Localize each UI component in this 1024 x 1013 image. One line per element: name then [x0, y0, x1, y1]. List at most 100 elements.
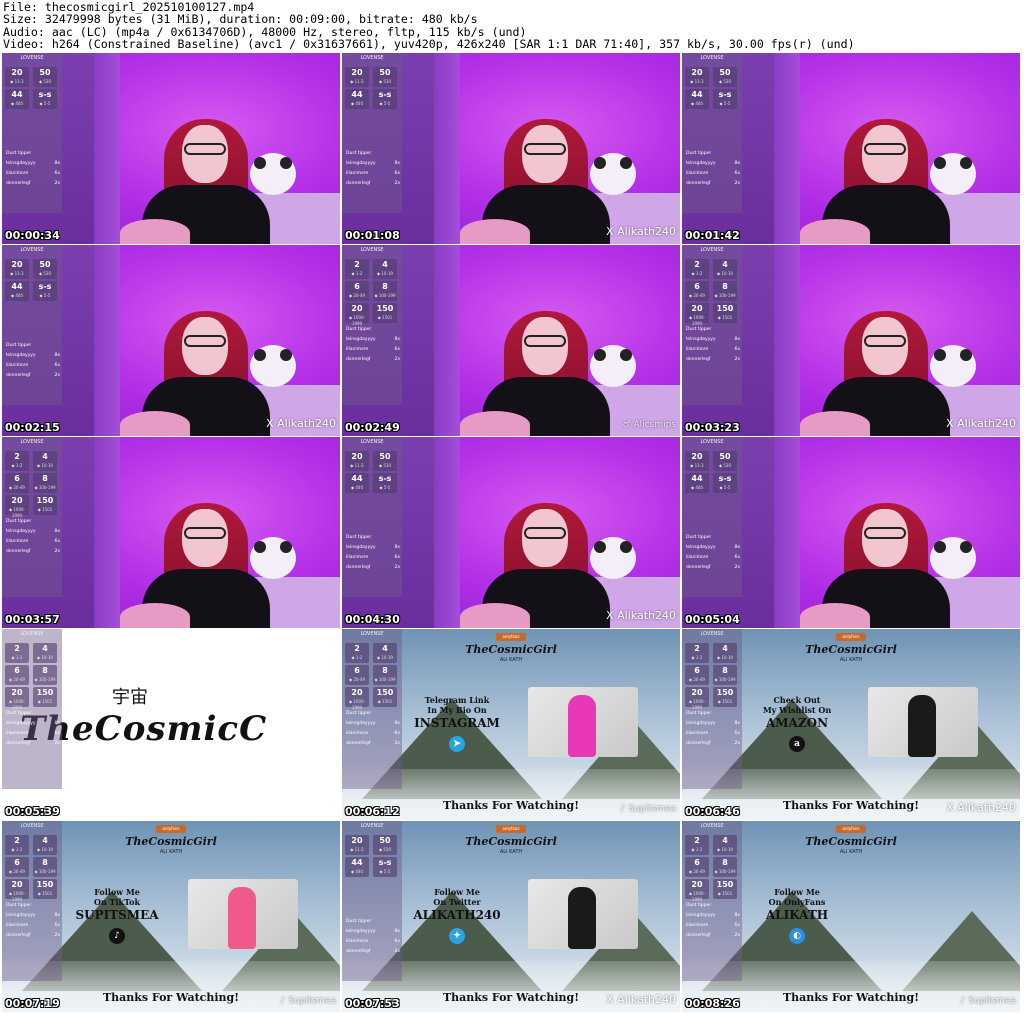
widget-cell-value: 4 [722, 260, 728, 269]
widget-cell-value: 6 [694, 282, 700, 291]
widget-cell-value: 6 [354, 666, 360, 675]
widget-cell: 20 ◆ 11-2 [345, 835, 369, 855]
tip-list: leinsgdayyyy 8x lilanimore 6x donnerlegf 2x [6, 529, 60, 559]
widget-cell-range: ◆ 440 [351, 869, 363, 874]
tipper-name: donnerlegf [686, 933, 711, 938]
widget-cell-value: 150 [376, 688, 394, 697]
timestamp-label: 00:05:39 [5, 805, 60, 818]
tipper-count: 6x [394, 347, 400, 352]
tipper-count: 8x [54, 161, 60, 166]
tip-list: leinsgdayyyy 8x lilanimore 6x donnerlegf 2x [346, 929, 400, 959]
scene-glasses [524, 143, 566, 155]
logo-chinese-text: 宇宙 [112, 687, 148, 708]
widget-cell: 8 ◆ 100-199 [713, 857, 737, 877]
widget-cell-range: ◆ 440 [11, 293, 23, 298]
widget-cell: 4 ◆ 10-19 [33, 835, 57, 855]
tipper-name: donnerlegf [346, 949, 371, 954]
widget-cell-range: ◆ 10-19 [717, 655, 733, 660]
tip-row: donnerlegf 2x [6, 181, 60, 191]
tip-row: leinsgdayyyy 8x [346, 337, 400, 347]
widget-cell: 4 ◆ 10-19 [373, 259, 397, 279]
widget-cell-range: ◆ 5-5 [719, 101, 731, 106]
widget-cell-value: 8 [42, 474, 48, 483]
widget-cell: 8 ◆ 100-199 [713, 665, 737, 685]
scene-knee [120, 603, 190, 628]
widget-cell-value: 4 [42, 452, 48, 461]
widget-cell-range: ◆ 100-199 [34, 485, 56, 490]
cta-platform: ALIKATH [765, 908, 829, 922]
cta-platform: INSTAGRAM [414, 716, 500, 730]
widget-cell: 20 ◆ 1000-1999 [345, 303, 369, 326]
widget-cell-value: 20 [691, 68, 703, 77]
widget-cell-range: ◆ 5-5 [379, 485, 391, 490]
scene-plush [930, 153, 976, 195]
tipper-name: donnerlegf [6, 549, 31, 554]
widget-cell-range: ◆ 20-49 [689, 869, 705, 874]
widget-cell: 20 ◆ 11-2 [5, 67, 29, 87]
promo-photo [528, 687, 638, 757]
tipper-name: lilanimore [6, 731, 29, 736]
thumbnail-frame: onlyfans TheCosmicGirl ALI KATH Follow Me On… [342, 821, 680, 1012]
scene-door [94, 437, 120, 628]
widget-cell: 50 ◆ 530 [373, 451, 397, 471]
widget-cell: 20 ◆ 1000-1999 [5, 687, 29, 710]
brand-tag: onlyfans [836, 825, 866, 833]
widget-cell-value: 2 [354, 644, 360, 653]
tipper-count: 6x [734, 171, 740, 176]
tip-row: lilanimore 6x [686, 171, 740, 181]
widget-cell: 150 ◆ 1501 [373, 303, 397, 323]
widget-cell-range: ◆ 11-2 [690, 79, 704, 84]
call-to-action: Follow Me On Twitter ALIKATH240 ✦ [402, 887, 512, 944]
widget-cell-value: 20 [351, 688, 363, 697]
tip-title: Dust tipper [346, 919, 372, 924]
thumbnail-frame: LOVENSE 20 ◆ 11-2 50 ◆ 530 44 ◆ 440 s-s ◆ 5-5 Dus… [682, 437, 1020, 628]
widget-cell-value: 44 [691, 90, 703, 99]
tipper-name: lilanimore [686, 555, 709, 560]
widget-cell-value: 44 [11, 282, 23, 291]
scene-glasses [524, 527, 566, 539]
widget-cell-range: ◆ 100-199 [714, 293, 736, 298]
tipper-count: 6x [734, 731, 740, 736]
widget-cell: 150 ◆ 1501 [713, 687, 737, 707]
widget-cell-range: ◆ 20-49 [9, 677, 25, 682]
tipper-name: donnerlegf [6, 741, 31, 746]
widget-cell: 8 ◆ 100-199 [33, 665, 57, 685]
widget-cell-range: ◆ 1501 [377, 315, 393, 320]
tip-title: Dust tipper [686, 327, 712, 332]
widget-cell-range: ◆ 530 [379, 463, 391, 468]
timestamp-label: 00:07:53 [345, 997, 400, 1010]
tip-title: Dust tipper [686, 535, 712, 540]
widget-cell-range: ◆ 10-19 [377, 271, 393, 276]
tip-row: donnerlegf 2x [346, 181, 400, 191]
widget-cell-range: ◆ 1000-1999 [689, 699, 705, 710]
widget-title: LOVENSE [700, 631, 724, 637]
widget-title: LOVENSE [20, 55, 44, 61]
tipper-name: lilanimore [346, 555, 369, 560]
widget-cell-range: ◆ 5-5 [39, 101, 51, 106]
call-to-action: Telegram Link In My Bio On INSTAGRAM ➤ [402, 695, 512, 752]
widget-cell-value: 6 [354, 282, 360, 291]
widget-cell-range: ◆ 20-49 [689, 677, 705, 682]
widget-cell: s-s ◆ 5-5 [373, 89, 397, 109]
widget-cell: 2 ◆ 1-2 [345, 259, 369, 279]
tip-row: leinsgdayyyy 8x [346, 161, 400, 171]
tipper-name: donnerlegf [686, 357, 711, 362]
widget-cell: 8 ◆ 100-199 [33, 473, 57, 493]
tipper-name: leinsgdayyyy [686, 721, 716, 726]
widget-cell-value: 4 [382, 260, 388, 269]
tipper-count: 8x [394, 337, 400, 342]
widget-cell-value: 4 [42, 836, 48, 845]
widget-cell: 44 ◆ 440 [5, 89, 29, 109]
widget-cell-value: 150 [716, 688, 734, 697]
widget-cell-range: ◆ 10-19 [717, 847, 733, 852]
promo-photo [868, 687, 978, 757]
widget-cell-value: 2 [14, 452, 20, 461]
promo-figure [228, 887, 256, 949]
timestamp-label: 00:02:15 [5, 421, 60, 434]
widget-cell-range: ◆ 11-2 [350, 79, 364, 84]
promo-figure [568, 887, 596, 949]
tipper-name: leinsgdayyyy [346, 929, 376, 934]
widget-cell: 50 ◆ 530 [713, 67, 737, 87]
tipper-count: 2x [394, 181, 400, 186]
widget-cell: 20 ◆ 11-2 [345, 67, 369, 87]
